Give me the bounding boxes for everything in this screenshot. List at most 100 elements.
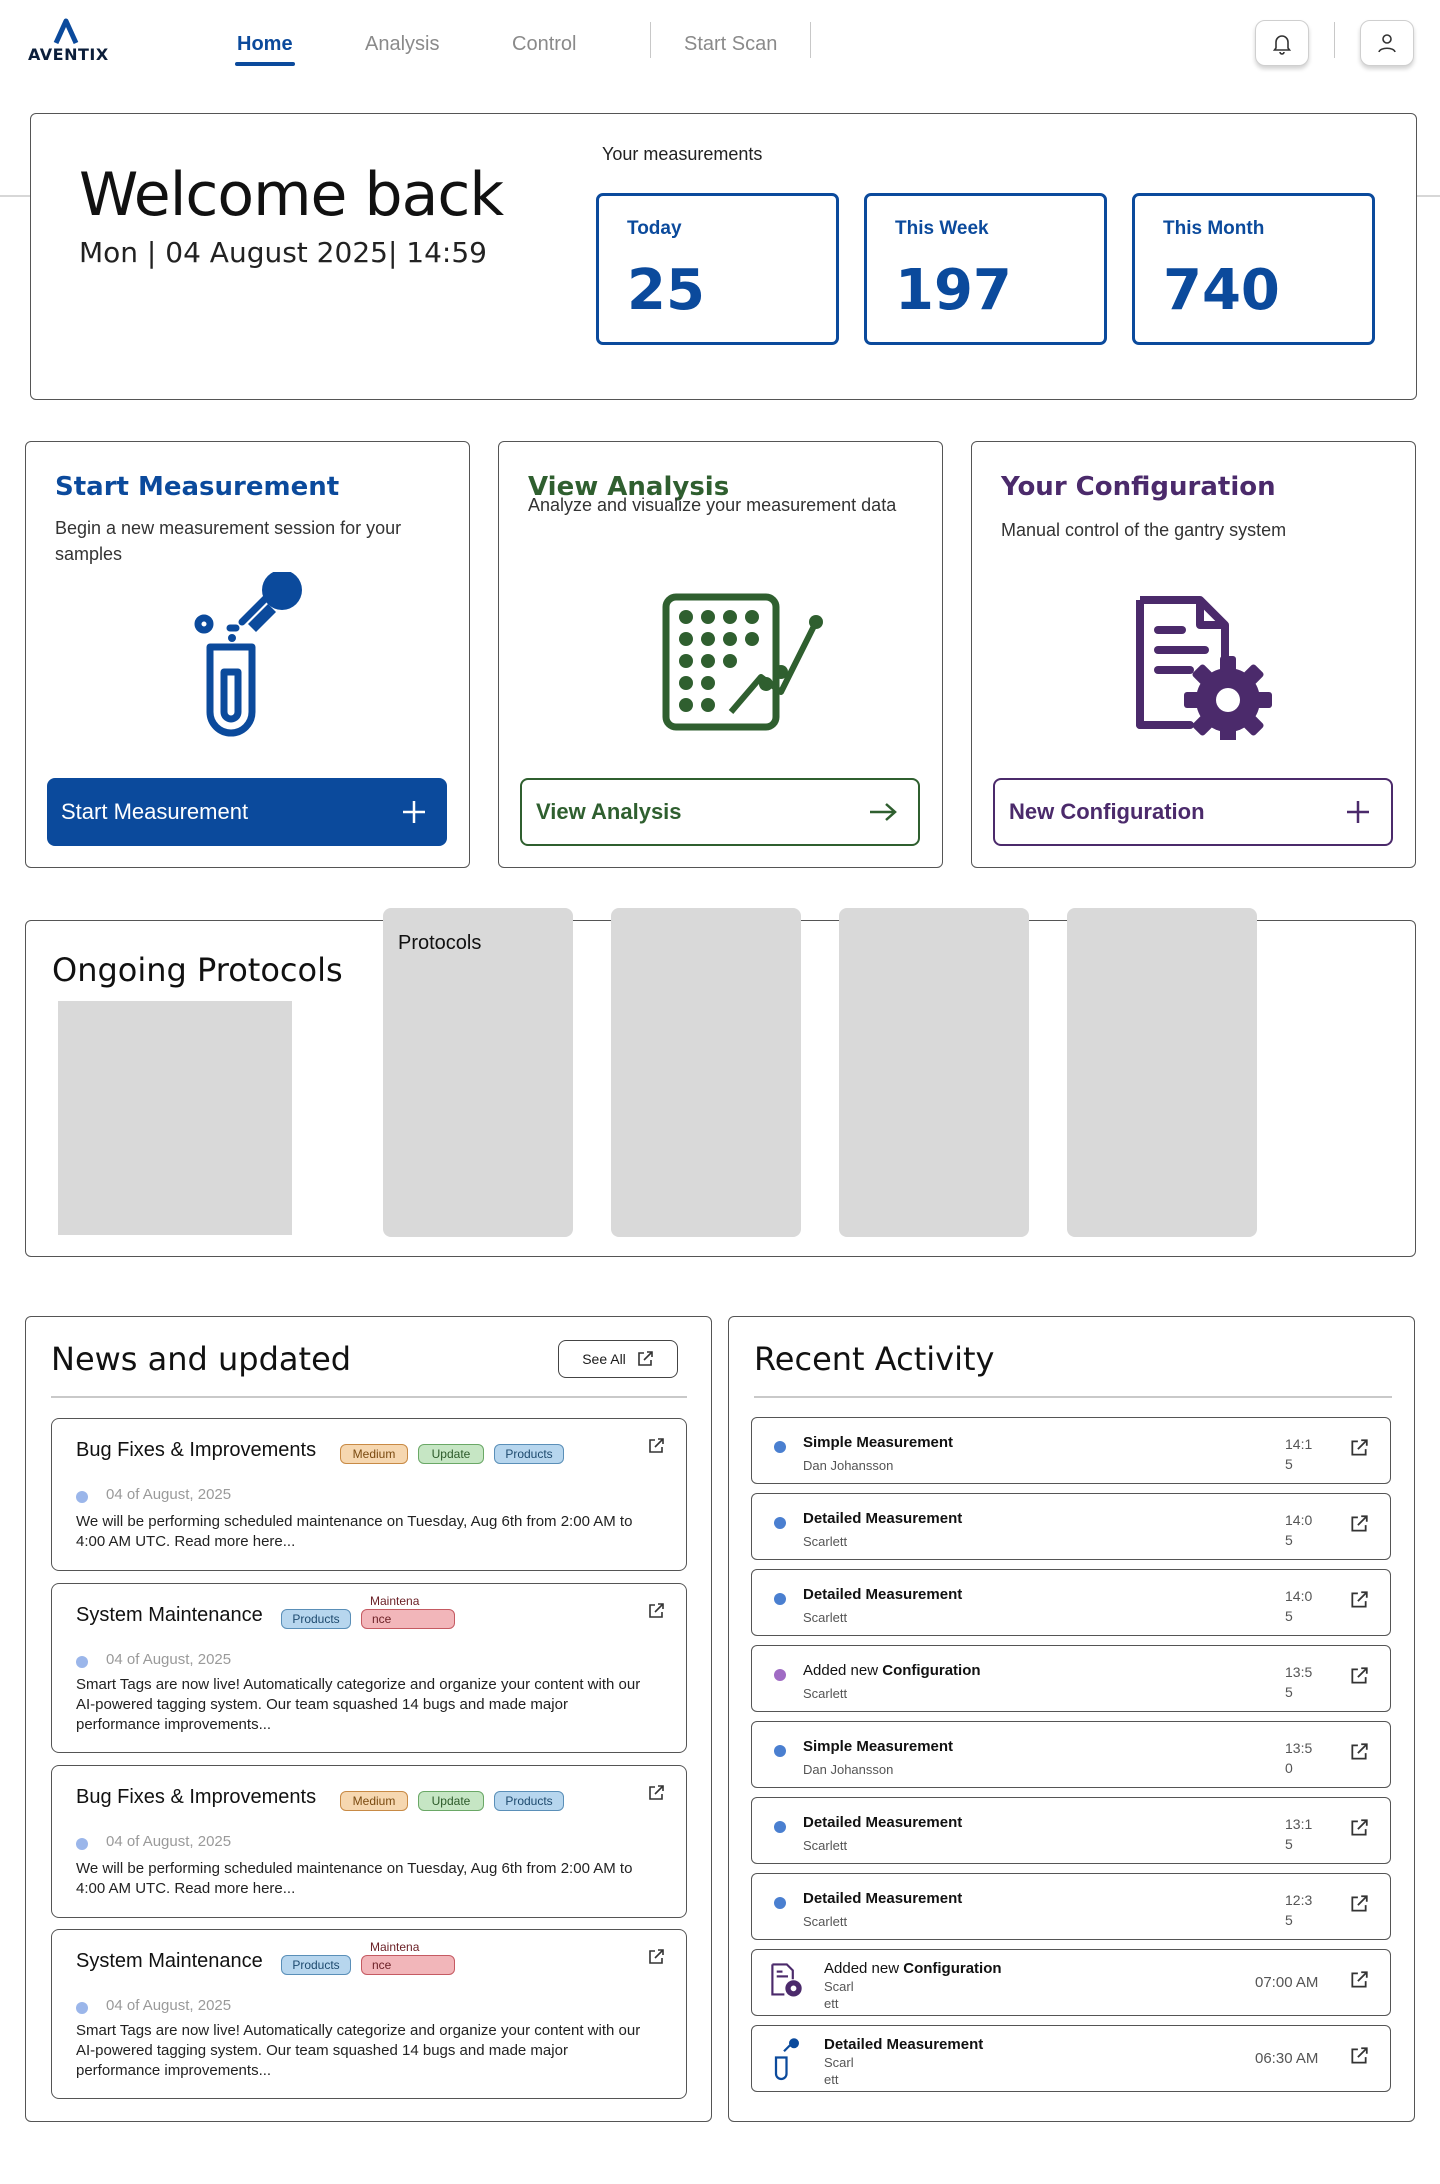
activity-item[interactable]: Added new Configuration Scarlett 13:55 bbox=[751, 1645, 1391, 1712]
news-item-body: Smart Tags are now live! Automatically c… bbox=[76, 1676, 641, 1733]
news-panel: News and updated See All Bug Fixes & Imp… bbox=[25, 1316, 712, 2122]
news-item[interactable]: System Maintenance Products Maintena nce… bbox=[51, 1583, 687, 1753]
activity-name: Detailed Measurement bbox=[803, 1586, 963, 1603]
tag-products: Products bbox=[494, 1444, 564, 1464]
activity-title: Detailed Measurement bbox=[803, 1510, 962, 1527]
external-link-icon[interactable] bbox=[647, 1948, 665, 1966]
protocol-card[interactable]: Protocols bbox=[383, 908, 573, 1237]
stat-label: This Month bbox=[1163, 218, 1265, 239]
activity-open-link[interactable] bbox=[1349, 1666, 1369, 1691]
stat-value: 197 bbox=[895, 258, 1012, 323]
activity-item[interactable]: Simple Measurement Dan Johansson 14:15 bbox=[751, 1417, 1391, 1484]
activity-title: Detailed Measurement bbox=[803, 1890, 962, 1907]
external-link-icon[interactable] bbox=[1349, 1970, 1369, 1990]
activity-time: 13:55 bbox=[1285, 1664, 1313, 1700]
tag-maintenance-overflow: Maintena bbox=[370, 1940, 420, 1954]
nav-analysis[interactable]: Analysis bbox=[365, 33, 439, 56]
news-status-dot bbox=[76, 1491, 88, 1503]
panel-divider bbox=[754, 1396, 1392, 1398]
activity-title: Simple Measurement bbox=[803, 1738, 953, 1755]
activity-open-link[interactable] bbox=[1349, 1894, 1369, 1919]
stat-this-week: This Week 197 bbox=[864, 193, 1107, 345]
news-item-title: Bug Fixes & Improvements bbox=[76, 1439, 317, 1461]
plus-icon bbox=[1347, 801, 1369, 823]
activity-user: Scarlett bbox=[803, 1534, 848, 1549]
activity-open-link[interactable] bbox=[1349, 1438, 1369, 1463]
activity-open-link[interactable] bbox=[1349, 1514, 1369, 1539]
new-configuration-button[interactable]: New Configuration bbox=[993, 778, 1393, 846]
activity-open-link[interactable] bbox=[1349, 1818, 1369, 1843]
activity-title: Detailed Measurement bbox=[803, 1814, 962, 1831]
activity-name: Detailed Measurement bbox=[803, 1814, 963, 1831]
view-analysis-button[interactable]: View Analysis bbox=[520, 778, 920, 846]
external-link-icon[interactable] bbox=[1349, 1590, 1369, 1610]
arrow-right-icon bbox=[870, 803, 897, 821]
profile-button[interactable] bbox=[1360, 20, 1414, 66]
start-measurement-button[interactable]: Start Measurement bbox=[47, 778, 447, 846]
external-link-icon[interactable] bbox=[647, 1437, 665, 1455]
notifications-button[interactable] bbox=[1255, 20, 1309, 66]
nav-home[interactable]: Home bbox=[237, 33, 293, 56]
bell-icon bbox=[1272, 35, 1292, 55]
top-nav: AVENTIX Home Analysis Control Start Scan bbox=[0, 0, 1440, 90]
external-link-icon[interactable] bbox=[1349, 1514, 1369, 1534]
external-link-icon[interactable] bbox=[1349, 1438, 1369, 1458]
external-link-icon[interactable] bbox=[1349, 1742, 1369, 1762]
nav-divider bbox=[810, 22, 811, 58]
external-link-icon[interactable] bbox=[1349, 1818, 1369, 1838]
card-title: Start Measurement bbox=[55, 472, 340, 502]
logo[interactable]: AVENTIX bbox=[28, 18, 108, 68]
activity-user: Scarlett bbox=[803, 1838, 848, 1853]
activity-open-link[interactable] bbox=[1349, 1590, 1369, 1615]
card-title: Your Configuration bbox=[1001, 472, 1276, 502]
activity-name: Detailed Measurement bbox=[803, 1510, 963, 1527]
nav-control[interactable]: Control bbox=[512, 33, 576, 56]
activity-user: Dan Johansson bbox=[803, 1762, 894, 1777]
external-link-icon[interactable] bbox=[1349, 1666, 1369, 1686]
logo-icon bbox=[53, 18, 79, 44]
tag-medium: Medium bbox=[340, 1791, 408, 1811]
activity-name: Simple Measurement bbox=[803, 1434, 954, 1451]
activity-item[interactable]: Simple Measurement Dan Johansson 13:50 bbox=[751, 1721, 1391, 1788]
activity-item[interactable]: Detailed Measurement Scarlett 13:15 bbox=[751, 1797, 1391, 1864]
activity-title: Added new Configuration bbox=[824, 1960, 1002, 1977]
external-link-icon[interactable] bbox=[1349, 2046, 1369, 2066]
activity-time: 13:15 bbox=[1285, 1816, 1313, 1852]
activity-item[interactable]: Detailed Measurement Scarlett 14:05 bbox=[751, 1493, 1391, 1560]
see-all-label: See All bbox=[582, 1351, 626, 1367]
button-label: View Analysis bbox=[536, 799, 682, 824]
protocol-card[interactable] bbox=[839, 908, 1029, 1237]
external-link-icon[interactable] bbox=[647, 1602, 665, 1620]
activity-item[interactable]: Detailed Measurement Scarl ett 06:30 AM bbox=[751, 2025, 1391, 2092]
activity-user: Dan Johansson bbox=[803, 1458, 894, 1473]
activity-time: 12:35 bbox=[1285, 1892, 1313, 1928]
external-link-icon[interactable] bbox=[647, 1784, 665, 1802]
see-all-button[interactable]: See All bbox=[558, 1340, 678, 1378]
card-description: Manual control of the gantry system bbox=[1001, 520, 1287, 540]
start-measurement-card: Start Measurement Begin a new measuremen… bbox=[25, 441, 470, 868]
protocol-card[interactable] bbox=[1067, 908, 1257, 1237]
activity-open-link[interactable] bbox=[1349, 1742, 1369, 1767]
dot-grid-chart-icon bbox=[662, 593, 823, 731]
news-item[interactable]: Bug Fixes & Improvements Medium Update P… bbox=[51, 1765, 687, 1918]
activity-item[interactable]: Added new Configuration Scarl ett 07:00 AM bbox=[751, 1949, 1391, 2016]
news-item-title: System Maintenance bbox=[76, 1950, 263, 1972]
pipette-tube-icon bbox=[774, 2038, 799, 2081]
activity-open-link[interactable] bbox=[1349, 2046, 1369, 2071]
activity-item[interactable]: Detailed Measurement Scarlett 14:05 bbox=[751, 1569, 1391, 1636]
activity-open-link[interactable] bbox=[1349, 1970, 1369, 1995]
activity-name: Configuration bbox=[903, 1960, 1002, 1977]
news-status-dot bbox=[76, 1656, 88, 1668]
external-link-icon[interactable] bbox=[1349, 1894, 1369, 1914]
welcome-title: Welcome back bbox=[79, 160, 504, 230]
protocol-card[interactable] bbox=[611, 908, 801, 1237]
logo-text: AVENTIX bbox=[28, 45, 109, 64]
activity-name: Detailed Measurement bbox=[803, 1890, 963, 1907]
button-label: Start Measurement bbox=[61, 799, 249, 824]
nav-start-scan[interactable]: Start Scan bbox=[684, 33, 777, 56]
activity-status-dot bbox=[774, 1669, 786, 1681]
config-icon bbox=[771, 1963, 802, 1997]
news-item[interactable]: Bug Fixes & Improvements Medium Update P… bbox=[51, 1418, 687, 1571]
activity-item[interactable]: Detailed Measurement Scarlett 12:35 bbox=[751, 1873, 1391, 1940]
news-item[interactable]: System Maintenance Products Maintena nce… bbox=[51, 1929, 687, 2099]
